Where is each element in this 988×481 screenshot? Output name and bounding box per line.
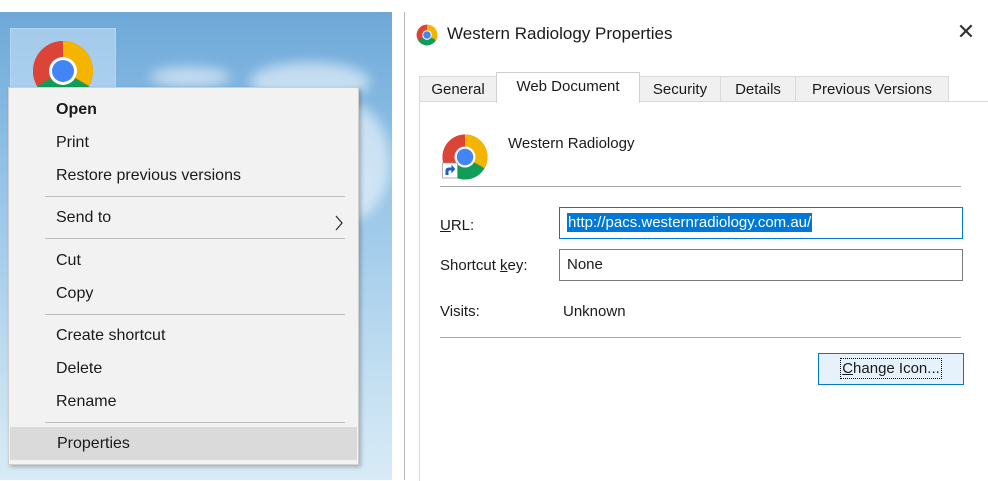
tab-general[interactable]: General — [419, 76, 497, 102]
chrome-icon — [441, 133, 489, 186]
visits-value: Unknown — [563, 303, 626, 320]
menu-label: Properties — [57, 435, 130, 452]
site-name: Western Radiology — [508, 135, 635, 152]
divider — [440, 337, 961, 338]
tab-label: Details — [735, 81, 781, 98]
tab-web-document[interactable]: Web Document — [496, 72, 640, 103]
url-field[interactable]: http://pacs.westernradiology.com.au/ — [559, 207, 963, 239]
menu-item-properties[interactable]: Properties — [10, 427, 357, 460]
url-value: http://pacs.westernradiology.com.au/ — [567, 213, 813, 232]
dialog-title: Western Radiology Properties — [447, 24, 673, 43]
menu-label: Create shortcut — [56, 327, 166, 344]
menu-item-create-shortcut[interactable]: Create shortcut — [9, 319, 358, 352]
visits-label: Visits: — [440, 303, 480, 320]
tab-label: Web Document — [516, 78, 620, 95]
menu-label: Delete — [56, 360, 103, 377]
desktop-background: Open Print Restore previous versions Sen… — [0, 12, 392, 480]
title-bar[interactable]: Western Radiology Properties ✕ — [405, 12, 988, 58]
url-label: URL: — [440, 217, 475, 234]
menu-separator — [45, 422, 345, 423]
tab-label: Security — [652, 81, 708, 98]
menu-separator — [45, 238, 345, 239]
menu-separator — [45, 196, 345, 197]
menu-label: Restore previous versions — [56, 167, 241, 184]
menu-label: Open — [56, 101, 97, 118]
properties-dialog: Western Radiology Properties ✕ General W… — [404, 12, 988, 481]
tab-label: Previous Versions — [811, 81, 933, 98]
menu-label: Cut — [56, 252, 81, 269]
menu-item-delete[interactable]: Delete — [9, 352, 358, 385]
cloud-decoration — [150, 67, 230, 87]
menu-label: Rename — [56, 393, 117, 410]
menu-item-rename[interactable]: Rename — [9, 385, 358, 418]
divider — [440, 186, 961, 187]
context-menu: Open Print Restore previous versions Sen… — [8, 87, 359, 465]
web-document-panel — [419, 101, 988, 481]
menu-item-restore-previous-versions[interactable]: Restore previous versions — [9, 159, 358, 192]
menu-item-print[interactable]: Print — [9, 126, 358, 159]
shortcut-key-value: None — [567, 256, 603, 273]
menu-item-send-to[interactable]: Send to — [9, 201, 358, 234]
menu-label: Copy — [56, 285, 94, 302]
chrome-icon — [416, 24, 438, 51]
close-icon[interactable]: ✕ — [949, 16, 983, 50]
shortcut-key-label: Shortcut key: — [440, 257, 528, 274]
shortcut-key-field[interactable]: None — [559, 249, 963, 281]
menu-item-copy[interactable]: Copy — [9, 277, 358, 310]
tab-details[interactable]: Details — [720, 76, 796, 102]
tab-label: General — [431, 81, 485, 98]
menu-label: Print — [56, 134, 89, 151]
menu-label: Send to — [56, 209, 112, 226]
menu-item-open[interactable]: Open — [9, 93, 358, 126]
change-icon-button[interactable]: Change Icon... — [818, 353, 964, 385]
menu-item-cut[interactable]: Cut — [9, 244, 358, 277]
tab-security[interactable]: Security — [639, 76, 721, 102]
menu-separator — [45, 314, 345, 315]
tab-previous-versions[interactable]: Previous Versions — [795, 76, 949, 102]
